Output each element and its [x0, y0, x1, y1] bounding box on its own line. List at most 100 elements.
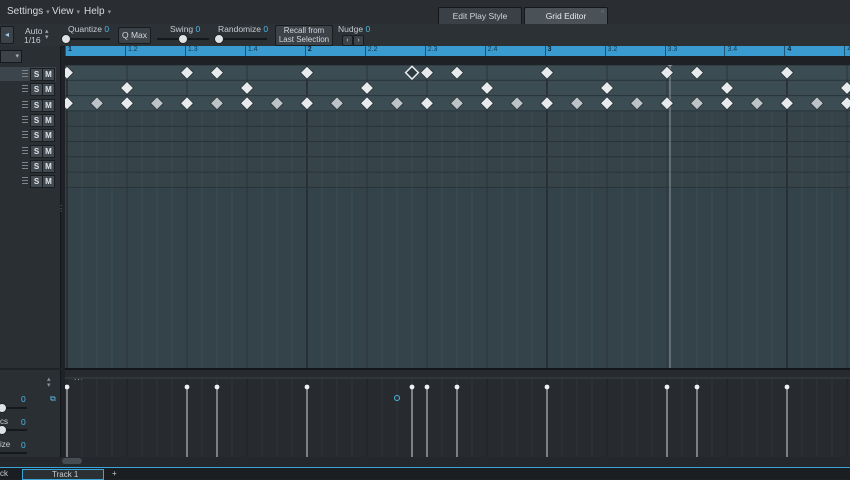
randomize-slider-knob[interactable] — [214, 34, 224, 44]
track-row[interactable]: SM — [0, 113, 56, 127]
add-track-button[interactable]: + — [112, 469, 117, 478]
velocity-handle[interactable] — [544, 384, 550, 390]
velocity-handle[interactable] — [424, 384, 430, 390]
mute-button[interactable]: M — [42, 83, 55, 97]
velocity-handle[interactable] — [694, 384, 700, 390]
track-row[interactable]: SM — [0, 67, 56, 81]
drag-handle-icon[interactable] — [22, 131, 28, 140]
menu-settings[interactable]: Settings ▾ — [7, 6, 50, 17]
velocity-canvas[interactable] — [65, 370, 850, 457]
recall-from-last-selection-button[interactable]: Recall from Last Selection — [275, 25, 333, 46]
menu-help-label: Help — [84, 6, 105, 17]
track-row[interactable]: SM — [0, 174, 56, 189]
track-row[interactable]: SM — [0, 128, 56, 143]
param-3-slider[interactable] — [0, 452, 27, 454]
swing-label-text: Swing — [170, 24, 194, 34]
horizontal-scrollbar-area — [0, 457, 850, 467]
mute-button[interactable]: M — [42, 129, 55, 143]
chevron-left-icon: ‹ — [346, 37, 349, 44]
close-tab-icon[interactable]: ▫ — [601, 3, 604, 20]
ruler-tick — [664, 46, 666, 56]
velocity-handle[interactable] — [214, 384, 220, 390]
horizontal-scrollbar-thumb[interactable] — [62, 458, 82, 464]
ruler-mark: 3.3 — [667, 46, 678, 53]
ruler-mark: 3 — [547, 46, 552, 53]
velocity-lane[interactable]: ... — [65, 370, 850, 457]
ruler-tick — [784, 46, 786, 56]
timeline-ruler[interactable]: 11.21.31.422.22.32.433.23.33.444.2 — [65, 46, 850, 56]
tab-edit-play-style[interactable]: Edit Play Style — [438, 7, 522, 25]
velocity-handle[interactable] — [664, 384, 670, 390]
ruler-mark: 2 — [307, 46, 312, 53]
track-row[interactable]: SM — [0, 144, 56, 158]
drag-handle-icon[interactable] — [22, 177, 28, 186]
menu-help[interactable]: Help ▾ — [84, 6, 111, 17]
velocity-handle[interactable] — [184, 384, 190, 390]
quantize-slider-knob[interactable] — [61, 34, 71, 44]
track-row[interactable]: SM — [0, 98, 56, 112]
velocity-handle[interactable] — [409, 384, 415, 390]
external-link-icon[interactable]: ⧉ — [50, 394, 56, 404]
param-1-knob[interactable] — [0, 403, 7, 413]
select-tool-button[interactable]: ◂ — [0, 26, 14, 44]
param-2-knob[interactable] — [0, 425, 7, 435]
drag-handle-icon[interactable] — [22, 85, 28, 94]
mute-button[interactable]: M — [42, 175, 55, 189]
chevron-down-icon: ▾ — [46, 9, 50, 16]
param-3-value-text: 0 — [21, 440, 26, 450]
menu-view[interactable]: View ▾ — [52, 6, 80, 17]
chevron-down-icon: ▾ — [107, 9, 112, 16]
mute-button[interactable]: M — [42, 68, 55, 81]
nudge-label-text: Nudge — [338, 24, 364, 34]
ruler-tick — [544, 46, 546, 56]
ruler-mark: 1.4 — [247, 46, 258, 53]
drag-handle-icon[interactable] — [22, 115, 28, 124]
mute-button[interactable]: M — [42, 159, 55, 173]
qmax-button[interactable]: Q Max — [118, 27, 151, 44]
toolbar: ◂ Auto 1/16 ▴ ▾ Quantize 0 Q Max Swing 0 … — [0, 24, 850, 47]
ruler-sub-strip — [65, 56, 850, 65]
menu-view-label: View — [52, 6, 74, 17]
track-1-tab[interactable]: Track 1 — [22, 469, 104, 480]
nudge-left-button[interactable]: ‹ — [342, 35, 353, 46]
tab-grid-editor[interactable]: Grid Editor ▫ — [524, 7, 608, 25]
lane-stepper-icon[interactable]: ▴ ▾ — [47, 376, 51, 389]
drag-handle-icon[interactable] — [22, 146, 28, 155]
nudge-right-button[interactable]: › — [353, 35, 364, 46]
param-3-value: 0 — [21, 440, 26, 450]
ruler-tick — [304, 46, 306, 56]
track-dropdown[interactable]: ▾ — [0, 50, 22, 63]
velocity-handle[interactable] — [784, 384, 790, 390]
chevron-down-icon: ▾ — [15, 53, 19, 60]
drag-handle-icon[interactable] — [22, 161, 28, 170]
mute-button[interactable]: M — [42, 98, 55, 112]
param-1-value-text: 0 — [21, 394, 26, 404]
velocity-handle[interactable] — [454, 384, 460, 390]
randomize-label: Randomize 0 — [218, 24, 268, 34]
chevron-down-icon: ▾ — [76, 9, 81, 16]
track-tab-partial[interactable]: ck — [0, 469, 8, 478]
drag-handle-icon[interactable] — [22, 70, 28, 78]
nudge-label: Nudge 0 — [338, 24, 370, 34]
auto-value[interactable]: 1/16 — [24, 35, 41, 45]
velocity-handle[interactable] — [304, 384, 310, 390]
track-row[interactable]: SM — [0, 82, 56, 97]
resize-handle-icon[interactable]: ⋮ — [57, 204, 65, 213]
param-3-label: ize — [0, 440, 11, 449]
param-1-value: 0 — [21, 394, 26, 404]
track-row[interactable]: SM — [0, 159, 56, 173]
velocity-handle[interactable] — [65, 384, 70, 390]
ruler-tick — [184, 46, 186, 56]
drag-handle-icon[interactable] — [22, 100, 28, 109]
note-grid[interactable] — [65, 65, 850, 368]
quantize-value: 0 — [104, 24, 110, 34]
mute-button[interactable]: M — [42, 144, 55, 158]
swing-slider-knob[interactable] — [178, 34, 188, 44]
menu-settings-label: Settings — [7, 6, 44, 17]
auto-stepper-icon[interactable]: ▴ ▾ — [45, 28, 49, 41]
ruler-mark: 1 — [68, 46, 72, 53]
nudge-value: 0 — [365, 24, 371, 34]
ruler-mark: 2.2 — [367, 46, 378, 53]
note-grid-canvas[interactable] — [65, 65, 850, 368]
mute-button[interactable]: M — [42, 113, 55, 127]
